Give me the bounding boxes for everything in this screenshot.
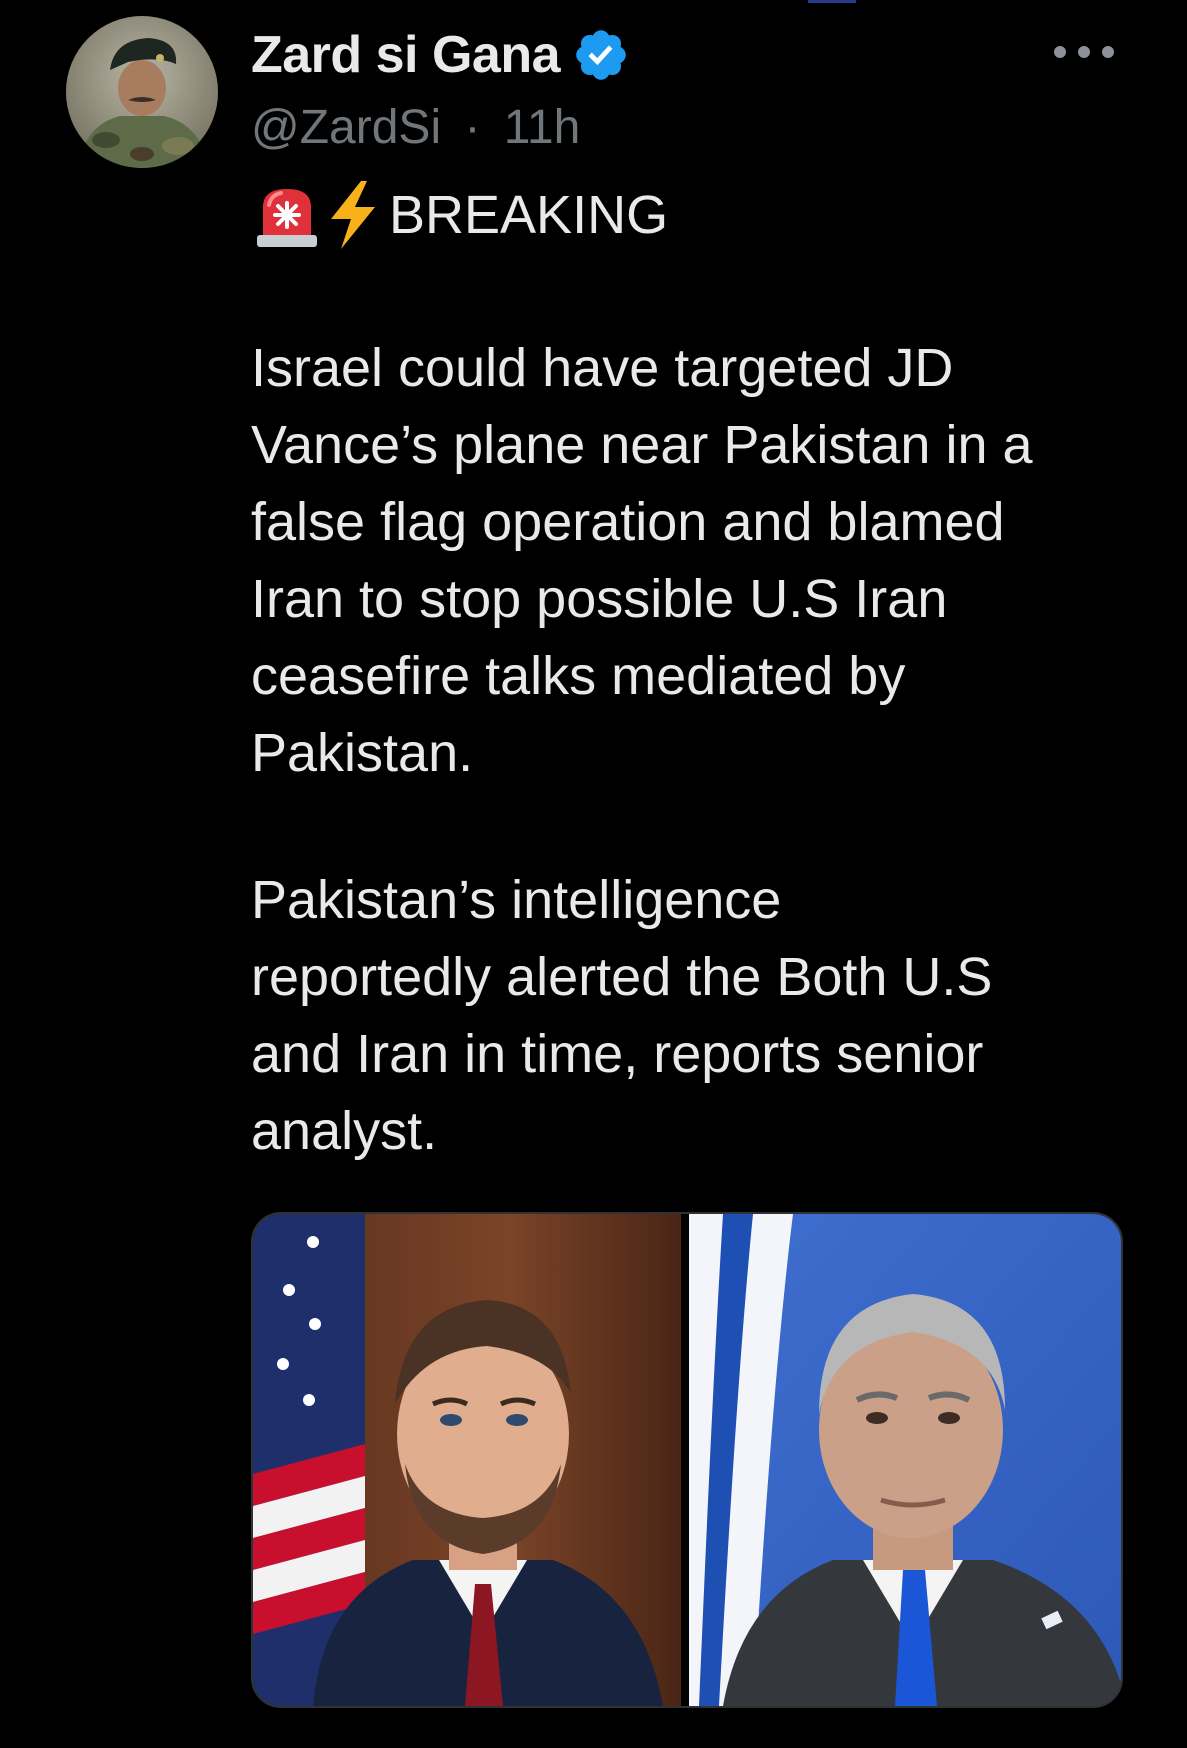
breaking-label: BREAKING <box>389 185 669 245</box>
media-images <box>253 1214 1121 1706</box>
breaking-line: BREAKING <box>251 178 668 252</box>
separator-dot: · <box>464 101 481 154</box>
display-name[interactable]: Zard si Gana <box>251 25 561 85</box>
rotating-light-icon <box>257 189 317 247</box>
media-card[interactable] <box>251 1212 1123 1708</box>
media-divider <box>681 1214 689 1706</box>
verified-badge-icon[interactable] <box>572 26 630 84</box>
top-edge-indicator <box>808 0 856 3</box>
more-options-button[interactable] <box>1054 30 1114 74</box>
portrait-photo-left[interactable] <box>253 1214 681 1706</box>
avatar-image <box>66 16 218 168</box>
handle[interactable]: @ZardSi <box>251 101 441 154</box>
tweet-text-paragraph-1: Israel could have targeted JD Vance’s pl… <box>251 338 1033 783</box>
author-row: Zard si Gana <box>251 22 630 88</box>
high-voltage-icon <box>331 181 375 249</box>
avatar[interactable] <box>66 16 218 168</box>
handle-time-row: @ZardSi · 11h <box>251 100 580 155</box>
timestamp[interactable]: 11h <box>504 101 581 154</box>
dot-icon <box>1102 46 1114 58</box>
portrait-photo-right[interactable] <box>689 1214 1121 1706</box>
dot-icon <box>1078 46 1090 58</box>
tweet-text-paragraph-2: Pakistan’s intelligence reportedly alert… <box>251 870 993 1161</box>
dot-icon <box>1054 46 1066 58</box>
